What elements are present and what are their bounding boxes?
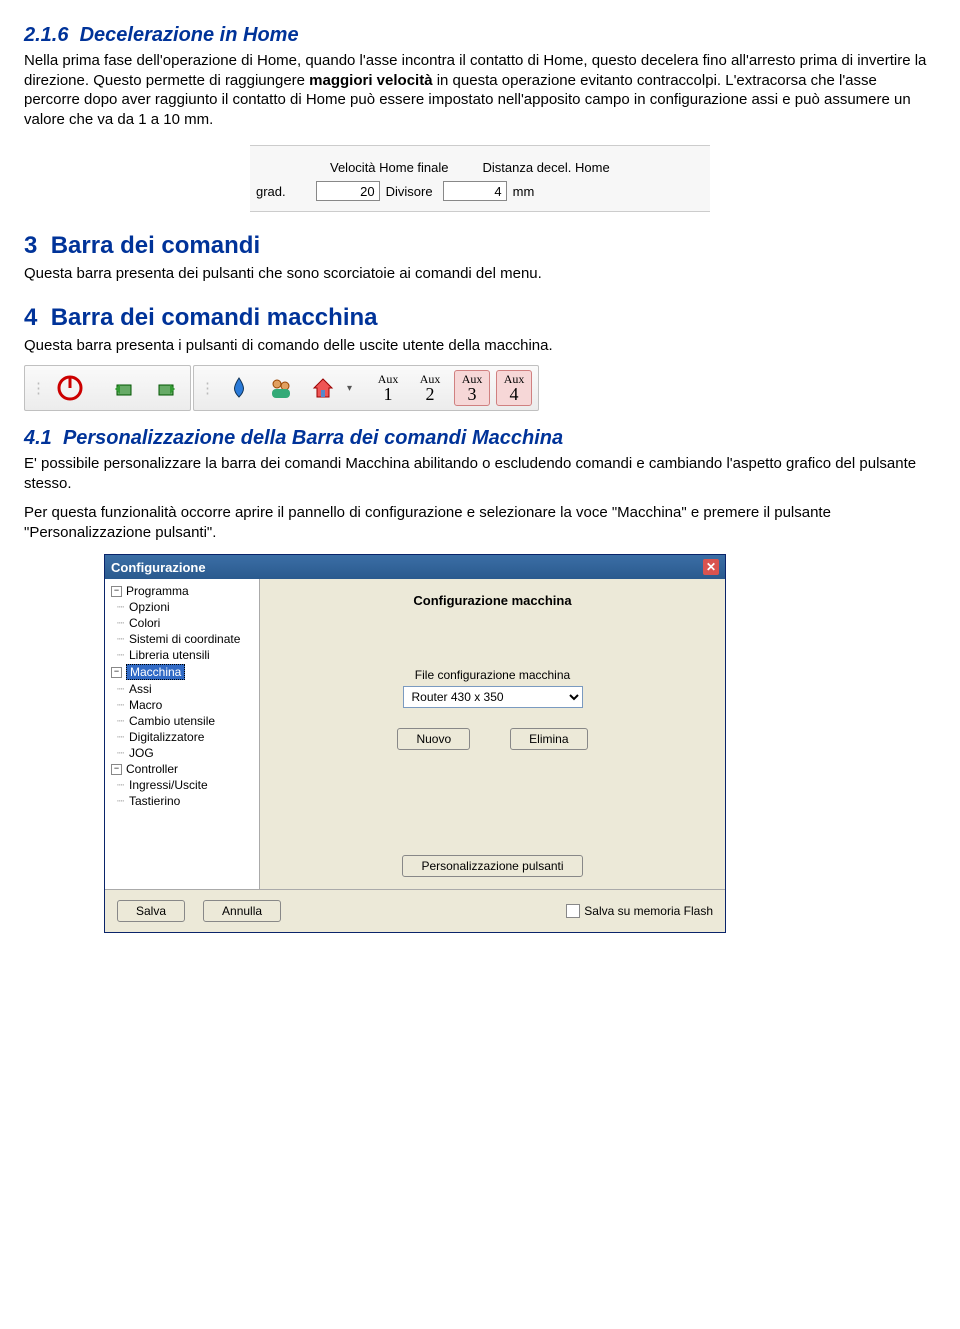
annulla-button[interactable]: Annulla (203, 900, 281, 922)
label-mm: mm (513, 184, 535, 199)
tree-collapse-icon[interactable]: − (111, 764, 122, 775)
toolbar-panel-1: ⋮ (24, 365, 191, 411)
screenshot-home-decel: Velocità Home finale Distanza decel. Hom… (250, 145, 710, 212)
label-grad: grad. (256, 184, 286, 199)
tree-digitalizzatore[interactable]: Digitalizzatore (129, 730, 204, 744)
configuration-dialog: Configurazione ✕ −Programma Opzioni Colo… (104, 554, 726, 933)
tree-controller[interactable]: Controller (126, 762, 178, 776)
paragraph-4: Questa barra presenta i pulsanti di coma… (24, 336, 936, 356)
paragraph-41a: E' possibile personalizzare la barra dei… (24, 454, 936, 493)
tree-macro[interactable]: Macro (129, 698, 162, 712)
heading-4: 4 Barra dei comandi macchina (24, 304, 936, 332)
config-main-panel: Configurazione macchina File configurazi… (260, 579, 725, 889)
power-button[interactable] (52, 370, 88, 406)
heading-2-1-6: 2.1.6 Decelerazione in Home (24, 24, 936, 47)
dialog-titlebar[interactable]: Configurazione ✕ (105, 555, 725, 579)
section-title: Decelerazione in Home (80, 24, 299, 46)
input-distanza[interactable] (443, 181, 507, 201)
tree-libreria[interactable]: Libreria utensili (129, 648, 210, 662)
nuovo-button[interactable]: Nuovo (397, 728, 470, 750)
paragraph-216: Nella prima fase dell'operazione di Home… (24, 51, 936, 129)
tree-jog[interactable]: JOG (129, 746, 154, 760)
section-num: 2.1.6 (24, 24, 68, 46)
config-tree: −Programma Opzioni Colori Sistemi di coo… (105, 579, 260, 889)
users-button[interactable] (263, 370, 299, 406)
toolbar-panel-2: ⋮ ▾ Aux1 Aux2 Aux3 Aux4 (193, 365, 539, 411)
tree-io[interactable]: Ingressi/Uscite (129, 778, 208, 792)
dialog-footer: Salva Annulla Salva su memoria Flash (105, 889, 725, 932)
salva-button[interactable]: Salva (117, 900, 185, 922)
input-velocita[interactable] (316, 181, 380, 201)
aux-3-button[interactable]: Aux3 (454, 370, 490, 406)
tree-collapse-icon[interactable]: − (111, 667, 122, 678)
tree-macchina[interactable]: Macchina (126, 664, 185, 680)
home-machine-button[interactable] (305, 370, 341, 406)
aux-1-button[interactable]: Aux1 (370, 370, 406, 406)
flash-label: Salva su memoria Flash (584, 904, 713, 918)
dialog-title: Configurazione (111, 560, 206, 575)
paragraph-3: Questa barra presenta dei pulsanti che s… (24, 264, 936, 284)
tree-collapse-icon[interactable]: − (111, 586, 122, 597)
flash-checkbox[interactable] (566, 904, 580, 918)
dropdown-arrow-icon[interactable]: ▾ (347, 383, 352, 394)
label-velocita-home: Velocità Home finale (330, 160, 449, 175)
tree-tastierino[interactable]: Tastierino (129, 794, 180, 808)
tree-assi[interactable]: Assi (129, 682, 152, 696)
close-icon[interactable]: ✕ (703, 559, 719, 575)
label-distanza-decel: Distanza decel. Home (483, 160, 610, 175)
file-config-label: File configurazione macchina (278, 668, 707, 682)
config-heading: Configurazione macchina (278, 593, 707, 608)
heading-3: 3 Barra dei comandi (24, 232, 936, 260)
carousel-left-button[interactable] (106, 370, 142, 406)
tree-opzioni[interactable]: Opzioni (129, 600, 170, 614)
tree-cambio[interactable]: Cambio utensile (129, 714, 215, 728)
paragraph-41b: Per questa funzionalità occorre aprire i… (24, 503, 936, 542)
tree-sistemi[interactable]: Sistemi di coordinate (129, 632, 240, 646)
coolant-button[interactable] (221, 370, 257, 406)
aux-2-button[interactable]: Aux2 (412, 370, 448, 406)
tree-programma[interactable]: Programma (126, 584, 189, 598)
tree-colori[interactable]: Colori (129, 616, 160, 630)
file-config-select[interactable]: Router 430 x 350 (403, 686, 583, 708)
carousel-right-button[interactable] (148, 370, 184, 406)
aux-4-button[interactable]: Aux4 (496, 370, 532, 406)
label-divisore: Divisore (386, 184, 433, 199)
elimina-button[interactable]: Elimina (510, 728, 587, 750)
heading-4-1: 4.1 Personalizzazione della Barra dei co… (24, 427, 936, 450)
machine-toolbar: ⋮ ⋮ ▾ Aux1 Aux2 Aux3 (24, 365, 936, 411)
personalizzazione-button[interactable]: Personalizzazione pulsanti (402, 855, 582, 877)
